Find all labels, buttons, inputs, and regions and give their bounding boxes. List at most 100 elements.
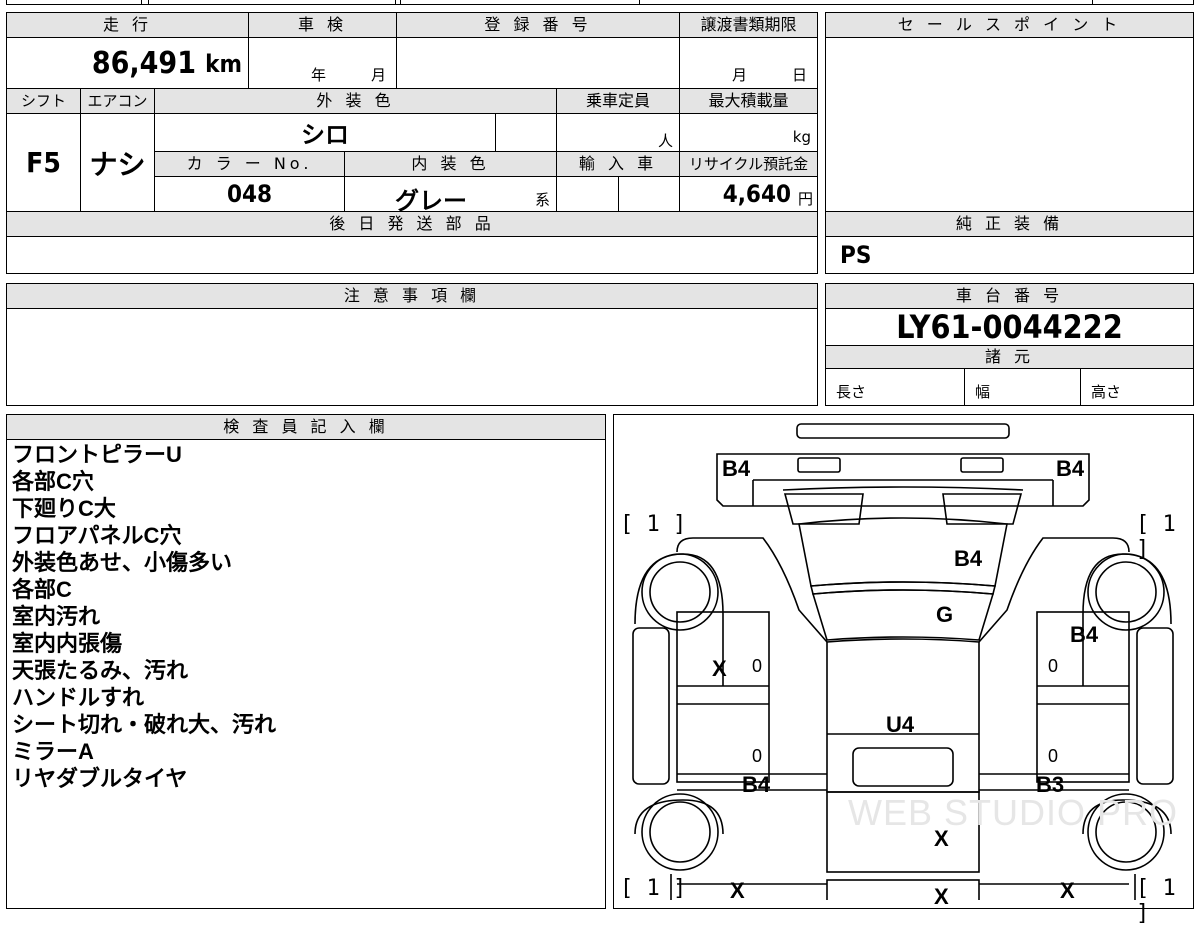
mark-zero-2: 0 [1048,656,1059,676]
deadline-cell: 月 日 [679,37,818,89]
mark-zero-1: 0 [752,656,763,676]
top-strip-cell-4 [1092,0,1194,5]
interior-suffix: 系 [534,191,550,209]
genuine-cell: PS [825,236,1194,274]
damage-windshield: G [936,602,954,627]
deadline-header: 譲渡書類期限 [679,12,818,38]
interior-header: 内 装 色 [344,151,557,177]
inspection-year: 年 [311,66,327,84]
remark-line: 下廻りC大 [12,496,116,521]
sales-point-cell [825,37,1194,212]
exterior-value: シロ [301,121,349,149]
later-parts-header: 後 日 発 送 部 品 [6,211,818,237]
remark-line: ハンドルすれ [12,685,145,710]
deadline-day: 日 [792,66,808,84]
top-strip-cell-1 [6,0,142,5]
remark-line: リヤダブルタイヤ [12,766,188,791]
exterior-extra-cell [495,113,557,152]
damage-bed-center: X [934,826,949,851]
top-strip-cell-3 [400,0,640,5]
recycle-header: リサイクル預託金 [679,151,818,177]
inspector-header: 検 査 員 記 入 欄 [6,414,606,440]
inspection-cell: 年 月 [248,37,397,89]
tyre-rating-bottom-right: [ 1 ] [1136,876,1176,926]
recycle-cell: 4,640 円 [679,176,818,212]
tyre-rating-bottom-left: [ 1 ] [620,876,687,901]
recycle-unit: 円 [797,190,813,208]
capacity-unit: 人 [657,132,673,150]
import-cell-2 [618,176,680,212]
width-label: 幅 [975,383,991,401]
ac-header: エアコン [80,88,155,114]
remark-line: ミラーA [12,739,94,764]
remark-line: フロアパネルC穴 [12,523,182,548]
inspector-lines: フロントピラーU 各部C穴 下廻りC大 フロアパネルC穴 外装色あせ、小傷多い … [12,441,602,792]
capacity-cell: 人 [556,113,680,152]
length-label: 長さ [836,383,867,401]
remark-line: 室内内張傷 [12,631,123,656]
shift-cell: F5 [6,113,81,212]
length-cell: 長さ [825,368,965,406]
sales-point-header: セ ー ル ス ポ イ ン ト [825,12,1194,38]
mileage-value: 86,491 [91,46,196,81]
damage-right-step: B3 [1036,772,1065,797]
chassis-cell: LY61-0044222 [825,308,1194,346]
registration-header: 登 録 番 号 [396,12,680,38]
mark-zero-4: 0 [1048,746,1059,766]
exterior-cell: シロ [154,113,496,152]
registration-cell [396,37,680,89]
genuine-header: 純 正 装 備 [825,211,1194,237]
damage-hood: B4 [954,546,983,571]
inspection-header: 車 検 [248,12,397,38]
color-no-cell: 048 [154,176,345,212]
mileage-cell: 86,491 km [6,37,249,89]
color-no-value: 048 [226,180,273,208]
notes-cell [6,308,818,406]
remark-line: 各部C [12,577,72,602]
top-strip-cell-2 [148,0,396,5]
inspection-month: 月 [371,66,387,84]
damage-front-right: B4 [1056,456,1085,481]
ac-value: ナシ [89,147,146,181]
mileage-unit: km [205,50,242,78]
chassis-value: LY61-0044222 [896,308,1123,346]
damage-rear-right: X [1060,878,1075,903]
later-parts-cell [6,236,818,274]
remark-line: シート切れ・破れ大、汚れ [12,712,277,737]
remark-line: 各部C穴 [12,469,94,494]
genuine-value: PS [840,241,872,269]
damage-rear-center: X [934,884,949,909]
import-header: 輸 入 車 [556,151,680,177]
specs-header: 諸 元 [825,345,1194,369]
damage-left-door: X [712,656,727,681]
color-no-header: カ ラ ー No. [154,151,345,177]
remark-line: 天張たるみ、汚れ [12,658,189,683]
mileage-header: 走 行 [6,12,249,38]
ac-cell: ナシ [80,113,155,212]
chassis-header: 車 台 番 号 [825,283,1194,309]
damage-floor: U4 [886,712,915,737]
tyre-rating-top-left: [ 1 ] [620,512,687,537]
load-unit: kg [792,128,811,146]
remark-line: 外装色あせ、小傷多い [12,550,233,575]
shift-value: F5 [26,146,61,179]
shift-header: シフト [6,88,81,114]
watermark: WEB STUDIO PRO [848,792,1179,833]
load-cell: kg [679,113,818,152]
exterior-header: 外 装 色 [154,88,557,114]
damage-right-door: B4 [1070,622,1099,647]
capacity-header: 乗車定員 [556,88,680,114]
width-cell: 幅 [964,368,1081,406]
import-cell-1 [556,176,619,212]
notes-header: 注 意 事 項 欄 [6,283,818,309]
tyre-rating-top-right: [ 1 ] [1136,512,1176,562]
height-label: 高さ [1091,383,1122,401]
damage-rear-left: X [730,878,745,903]
height-cell: 高さ [1080,368,1194,406]
remark-line: フロントピラーU [12,442,182,467]
interior-cell: グレー 系 [344,176,557,215]
deadline-month: 月 [732,66,748,84]
mark-zero-3: 0 [752,746,763,766]
load-header: 最大積載量 [679,88,818,114]
recycle-value: 4,640 [722,180,791,208]
